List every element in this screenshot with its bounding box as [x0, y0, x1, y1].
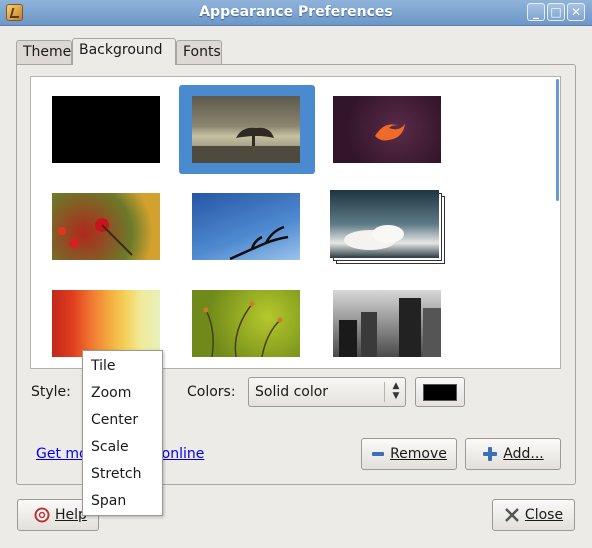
menu-item-tile[interactable]: Tile: [91, 358, 116, 374]
close-button[interactable]: Close: [492, 499, 575, 531]
remove-icon: [372, 452, 385, 456]
wallpaper-clouds-stack[interactable]: [330, 190, 439, 258]
wallpaper-sepia-landscape[interactable]: [192, 96, 300, 163]
combo-separator: [384, 382, 385, 402]
bird-icon: [375, 124, 405, 141]
tab-background[interactable]: Background: [72, 38, 176, 65]
style-label: Style:: [31, 384, 71, 400]
style-dropdown-menu[interactable]: Tile Zoom Center Scale Stretch Span: [82, 350, 163, 516]
sepia-tree-icon: [192, 127, 300, 163]
colors-combo[interactable]: Solid color ▲ ▼: [248, 377, 406, 407]
window-title: Appearance Preferences: [199, 4, 393, 20]
wallpaper-colored-fabric[interactable]: [52, 290, 160, 357]
menu-item-zoom[interactable]: Zoom: [91, 385, 131, 401]
berries-icon: [58, 218, 133, 256]
wallpaper-green-stems[interactable]: [192, 290, 300, 357]
tab-fonts[interactable]: Fonts: [176, 40, 222, 64]
wallpaper-red-berries[interactable]: [52, 193, 160, 260]
stems-icon: [203, 301, 283, 357]
tab-theme[interactable]: Theme: [16, 40, 72, 64]
add-button[interactable]: Add...: [465, 438, 561, 470]
updown-arrows-icon: ▲ ▼: [392, 381, 400, 401]
gallery-scrollbar[interactable]: [552, 77, 560, 368]
close-window-button[interactable]: ✕: [567, 3, 585, 21]
menu-item-scale[interactable]: Scale: [91, 439, 129, 455]
close-x-icon: [505, 508, 519, 522]
clouds-icon: [344, 225, 404, 250]
buildings-icon: [339, 298, 441, 357]
minimize-button[interactable]: _: [527, 3, 545, 21]
colors-label: Colors:: [187, 384, 236, 400]
link-text-left: Get mo: [36, 446, 88, 462]
color-swatch: [423, 384, 457, 401]
colors-combo-value: Solid color: [255, 384, 329, 400]
wallpaper-purple-bird[interactable]: [333, 96, 441, 163]
title-bar: Appearance Preferences _ □ ✕: [0, 0, 592, 26]
remove-button[interactable]: Remove: [361, 438, 457, 470]
wallpaper-black-solid[interactable]: [52, 96, 160, 163]
menu-item-center[interactable]: Center: [91, 412, 138, 428]
menu-item-stretch[interactable]: Stretch: [91, 466, 142, 482]
add-button-label: Add...: [503, 446, 544, 462]
menu-item-span[interactable]: Span: [91, 493, 126, 509]
branch-icon: [229, 225, 289, 260]
wallpaper-gallery[interactable]: [30, 76, 561, 369]
add-icon: [483, 447, 498, 461]
remove-button-label: Remove: [390, 446, 447, 462]
help-lifebuoy-icon: [34, 507, 50, 523]
scrollbar-thumb[interactable]: [556, 79, 559, 201]
wallpaper-city-buildings[interactable]: [333, 290, 441, 357]
color-picker-button[interactable]: [415, 377, 465, 407]
wallpaper-blue-sky-branch[interactable]: [192, 193, 300, 260]
close-button-label: Close: [524, 507, 564, 523]
maximize-button[interactable]: □: [547, 3, 565, 21]
